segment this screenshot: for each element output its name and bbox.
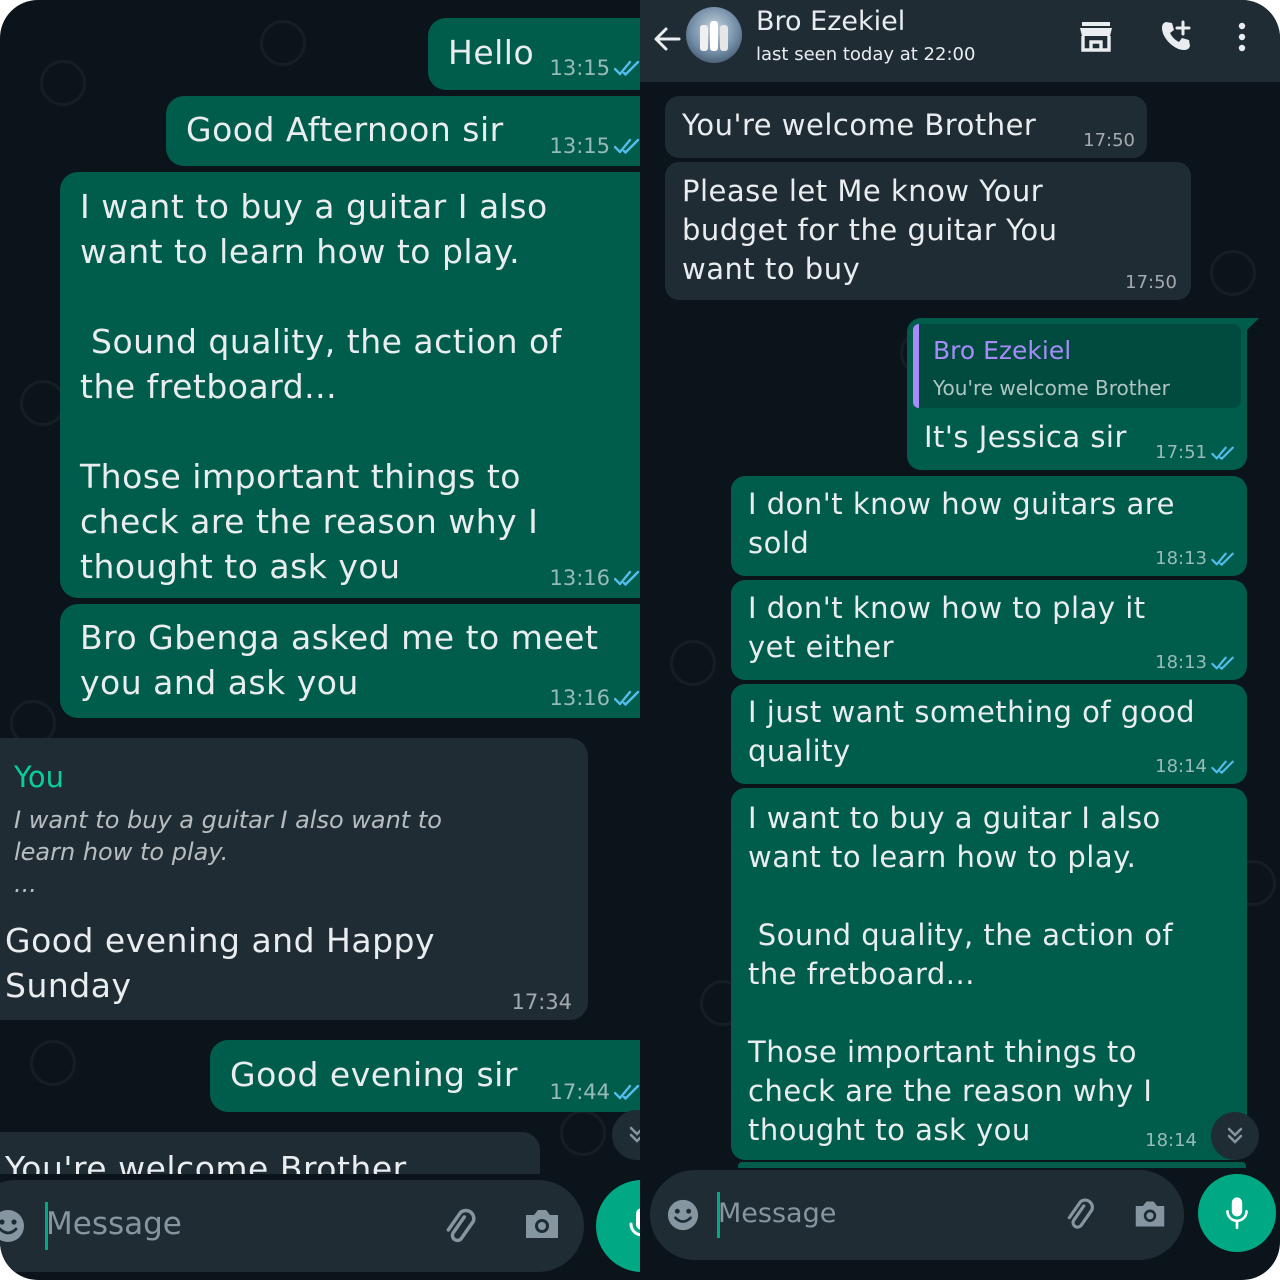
double-check-icon — [614, 60, 640, 76]
double-check-icon — [614, 1084, 640, 1100]
message-bubble-incoming[interactable]: You're welcome Brother — [0, 1132, 540, 1174]
message-text: I want to buy a guitar I also want to le… — [748, 801, 1174, 1147]
message-text: I don't know how to play it yet either — [748, 591, 1146, 664]
message-bubble-incoming[interactable]: You're welcome Brother 17:50 — [665, 96, 1147, 158]
message-text: You're welcome Brother — [682, 108, 1037, 142]
message-time: 17:34 — [511, 990, 572, 1014]
double-check-icon — [1211, 656, 1234, 670]
quote-author: Bro Ezekiel — [933, 336, 1072, 365]
message-bubble-incoming[interactable]: Please let Me know Your budget for the g… — [665, 162, 1191, 300]
double-check-icon — [1211, 760, 1234, 774]
message-meta: 18:14 — [1145, 1130, 1197, 1151]
more-vert-icon[interactable] — [1237, 22, 1247, 52]
quote-bar — [913, 324, 919, 408]
message-meta: 17:50 — [1083, 130, 1135, 151]
attach-icon[interactable] — [438, 1206, 480, 1248]
message-text: Good Afternoon sir — [186, 110, 504, 149]
next-bubble-edge — [738, 1162, 1246, 1168]
contact-name[interactable]: Bro Ezekiel — [756, 6, 905, 37]
message-composer[interactable]: Message — [650, 1170, 1184, 1260]
quoted-message[interactable]: Bro Ezekiel You're welcome Brother — [913, 324, 1241, 408]
right-chat-screenshot: Bro Ezekiel last seen today at 22:00 You… — [640, 0, 1280, 1280]
message-text: I don't know how guitars are sold — [748, 487, 1175, 560]
message-meta: 13:16 — [549, 686, 640, 710]
message-bubble-outgoing[interactable]: I don't know how to play it yet either 1… — [731, 580, 1247, 680]
message-text: You're welcome Brother — [5, 1149, 407, 1174]
back-arrow-icon[interactable] — [652, 24, 682, 54]
message-bubble-incoming[interactable]: You I want to buy a guitar I also want t… — [0, 738, 588, 1020]
scroll-to-bottom-button[interactable] — [1211, 1112, 1259, 1160]
message-bubble-outgoing[interactable]: Bro Gbenga asked me to meet you and ask … — [60, 604, 640, 718]
message-time: 17:44 — [549, 1080, 610, 1104]
message-meta: 18:14 — [1155, 756, 1235, 777]
message-time: 17:51 — [1155, 442, 1207, 463]
message-composer[interactable]: Message — [0, 1180, 584, 1272]
message-time: 18:14 — [1145, 1130, 1197, 1151]
quote-text: I want to buy a guitar I also want to le… — [14, 806, 442, 898]
camera-icon[interactable] — [1132, 1198, 1168, 1230]
message-meta: 13:16 — [549, 566, 640, 590]
message-meta: 18:13 — [1155, 652, 1235, 673]
add-call-icon[interactable] — [1158, 18, 1194, 54]
message-input-placeholder[interactable]: Message — [718, 1198, 836, 1229]
message-bubble-outgoing[interactable]: Good evening sir 17:44 — [210, 1040, 640, 1112]
chat-header: Bro Ezekiel last seen today at 22:00 — [640, 0, 1280, 82]
message-bubble-outgoing[interactable]: Hello 13:15 — [428, 18, 640, 90]
message-bubble-outgoing[interactable]: I just want something of good quality 18… — [731, 684, 1247, 784]
emoji-icon[interactable] — [666, 1198, 700, 1232]
message-time: 18:13 — [1155, 652, 1207, 673]
message-text: I want to buy a guitar I also want to le… — [80, 187, 562, 586]
mic-button[interactable] — [1198, 1174, 1276, 1252]
attach-icon[interactable] — [1060, 1196, 1098, 1234]
message-text: I just want something of good quality — [748, 695, 1196, 768]
message-meta: 17:51 — [1155, 442, 1235, 463]
avatar[interactable] — [686, 7, 742, 63]
mic-icon — [629, 1208, 640, 1237]
chevron-double-down-icon — [629, 1126, 640, 1143]
last-seen-status: last seen today at 22:00 — [756, 44, 976, 65]
message-text: Bro Gbenga asked me to meet you and ask … — [80, 618, 599, 702]
left-chat-screenshot: Hello 13:15 Good Afternoon sir 13:15 I w… — [0, 0, 640, 1280]
message-time: 13:15 — [549, 134, 610, 158]
bubble-tail — [1245, 318, 1259, 332]
message-bubble-outgoing[interactable]: I want to buy a guitar I also want to le… — [731, 788, 1247, 1160]
message-text: Good evening and Happy Sunday — [5, 921, 435, 1005]
message-meta: 18:13 — [1155, 548, 1235, 569]
message-text: Hello — [448, 33, 535, 72]
message-time: 13:16 — [549, 566, 610, 590]
message-time: 17:50 — [1125, 272, 1177, 293]
double-check-icon — [614, 690, 640, 706]
double-check-icon — [1211, 552, 1234, 566]
quoted-message[interactable]: You I want to buy a guitar I also want t… — [0, 746, 578, 906]
message-bubble-outgoing[interactable]: I don't know how guitars are sold 18:13 — [731, 476, 1247, 576]
message-time: 13:16 — [549, 686, 610, 710]
mic-icon — [1226, 1197, 1248, 1230]
message-meta: 13:15 — [549, 134, 640, 158]
message-meta: 17:44 — [549, 1080, 640, 1104]
message-text: Please let Me know Your budget for the g… — [682, 174, 1058, 286]
emoji-icon[interactable] — [0, 1208, 26, 1244]
message-meta: 13:15 — [549, 56, 640, 80]
message-bubble-outgoing[interactable]: I want to buy a guitar I also want to le… — [60, 172, 640, 598]
camera-icon[interactable] — [522, 1206, 562, 1242]
message-meta: 17:34 — [511, 990, 572, 1014]
shop-icon[interactable] — [1078, 20, 1114, 52]
double-check-icon — [614, 138, 640, 154]
quote-text: You're welcome Brother — [933, 376, 1170, 400]
chevron-double-down-icon — [1227, 1127, 1243, 1144]
message-time: 13:15 — [549, 56, 610, 80]
message-bubble-outgoing[interactable]: Bro Ezekiel You're welcome Brother It's … — [907, 318, 1247, 470]
message-bubble-outgoing[interactable]: Good Afternoon sir 13:15 — [166, 96, 640, 166]
quote-author: You — [14, 760, 64, 794]
message-time: 18:13 — [1155, 548, 1207, 569]
message-text: Good evening sir — [230, 1055, 518, 1094]
double-check-icon — [1211, 446, 1234, 460]
message-time: 18:14 — [1155, 756, 1207, 777]
message-input-placeholder[interactable]: Message — [46, 1206, 182, 1242]
message-meta: 17:50 — [1125, 272, 1177, 293]
message-text: It's Jessica sir — [924, 420, 1127, 454]
double-check-icon — [614, 570, 640, 586]
message-time: 17:50 — [1083, 130, 1135, 151]
